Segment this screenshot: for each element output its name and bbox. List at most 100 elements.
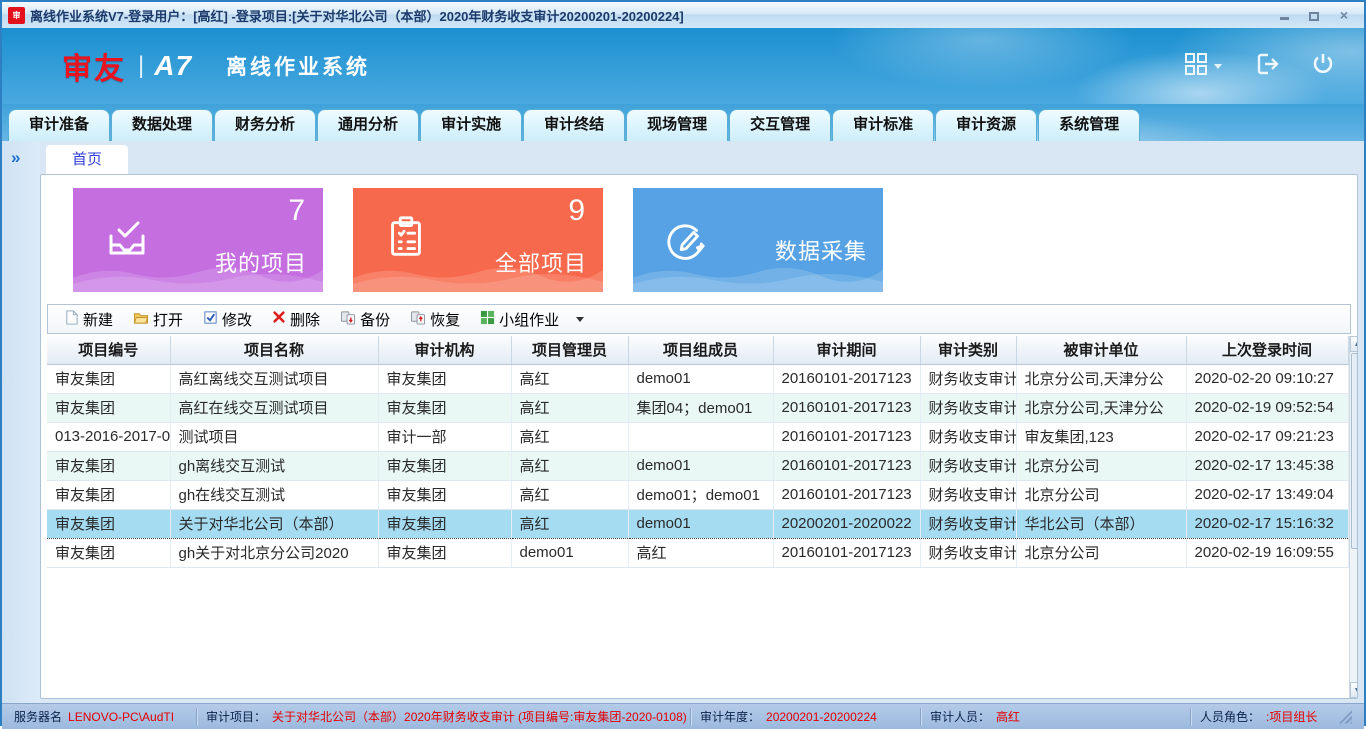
module-tab[interactable]: 审计实施: [420, 109, 522, 141]
cell-auditee: 华北公司（本部）: [1016, 509, 1186, 538]
open-button[interactable]: 打开: [125, 306, 191, 333]
module-tab[interactable]: 审计准备: [8, 109, 110, 141]
logout-button[interactable]: [1252, 50, 1280, 83]
cell-project-manager: 高红: [511, 509, 628, 538]
cell-team-members: demo01；demo01: [628, 480, 773, 509]
power-icon: [1310, 51, 1336, 82]
group-grid-icon: [480, 310, 495, 329]
wave-decoration: [73, 258, 323, 292]
cell-last-login: 2020-02-17 09:21:23: [1186, 422, 1348, 451]
column-header[interactable]: 项目管理员: [511, 336, 628, 364]
server-value: LENOVO-PC\AudTI: [68, 710, 174, 724]
module-tab[interactable]: 系统管理: [1038, 109, 1140, 141]
module-tab-bar: 审计准备数据处理财务分析通用分析审计实施审计终结现场管理交互管理审计标准审计资源…: [2, 104, 1364, 141]
cell-team-members: 高红: [628, 538, 773, 567]
minimize-button[interactable]: [1276, 8, 1292, 22]
all-projects-card[interactable]: 9 全部项目: [353, 188, 603, 292]
cell-audit-org: 审友集团: [378, 364, 511, 393]
cell-project-name: gh离线交互测试: [170, 451, 378, 480]
cell-auditee: 审友集团,123: [1016, 422, 1186, 451]
data-collection-card[interactable]: 数据采集: [633, 188, 883, 292]
wave-decoration: [353, 258, 603, 292]
cell-audit-org: 审计一部: [378, 422, 511, 451]
titlebar: 审 离线作业系统V7-登录用户：[高红] -登录项目:[关于对华北公司（本部）2…: [2, 2, 1364, 28]
module-tab[interactable]: 财务分析: [214, 109, 316, 141]
column-header[interactable]: 审计机构: [378, 336, 511, 364]
cell-project-manager: 高红: [511, 480, 628, 509]
maximize-button[interactable]: [1306, 8, 1322, 22]
cell-audit-period: 20160101-2017123: [773, 451, 920, 480]
cell-auditee: 北京分公司,天津分公: [1016, 364, 1186, 393]
cell-audit-type: 财务收支审计: [920, 393, 1016, 422]
delete-button[interactable]: 删除: [264, 306, 328, 333]
resize-grip[interactable]: [1338, 710, 1352, 724]
grid-icon: [1183, 51, 1209, 82]
vertical-scrollbar[interactable]: ▲ ▼: [1349, 336, 1359, 698]
tab-home[interactable]: 首页: [46, 145, 128, 174]
wave-decoration: [633, 258, 883, 292]
table-row[interactable]: 013-2016-2017-0 测试项目 审计一部 高红 20160101-20…: [47, 422, 1348, 451]
summary-cards: 7 我的项目 9 全部: [41, 175, 1357, 292]
window-title: 离线作业系统V7-登录用户：[高红] -登录项目:[关于对华北公司（本部）202…: [30, 6, 684, 25]
module-tab[interactable]: 数据处理: [111, 109, 213, 141]
scrollbar-thumb[interactable]: [1351, 353, 1359, 549]
app-window: 审 离线作业系统V7-登录用户：[高红] -登录项目:[关于对华北公司（本部）2…: [0, 0, 1366, 726]
column-header[interactable]: 被审计单位: [1016, 336, 1186, 364]
module-tab[interactable]: 交互管理: [729, 109, 831, 141]
column-header[interactable]: 项目编号: [47, 336, 170, 364]
brand-logo: 审友: [62, 44, 126, 88]
cell-last-login: 2020-02-19 16:09:55: [1186, 538, 1348, 567]
cell-audit-org: 审友集团: [378, 509, 511, 538]
auditor-label: 审计人员：: [930, 708, 990, 725]
column-header[interactable]: 审计类别: [920, 336, 1016, 364]
cell-project-id: 审友集团: [47, 364, 170, 393]
cell-project-manager: demo01: [511, 538, 628, 567]
audit-year-label: 审计年度：: [700, 708, 760, 725]
cell-audit-org: 审友集团: [378, 538, 511, 567]
my-projects-card[interactable]: 7 我的项目: [73, 188, 323, 292]
module-tab[interactable]: 通用分析: [317, 109, 419, 141]
cell-project-name: 高红离线交互测试项目: [170, 364, 378, 393]
table-row[interactable]: 审友集团 gh在线交互测试 审友集团 高红 demo01；demo01 2016…: [47, 480, 1348, 509]
scroll-down-button[interactable]: ▼: [1350, 682, 1359, 698]
logout-icon: [1252, 50, 1280, 83]
cell-team-members: demo01: [628, 364, 773, 393]
column-header[interactable]: 上次登录时间: [1186, 336, 1348, 364]
new-button[interactable]: 新建: [56, 306, 121, 333]
column-header[interactable]: 项目组成员: [628, 336, 773, 364]
product-logo: A7: [154, 50, 192, 82]
table-row[interactable]: 审友集团 关于对华北公司（本部） 审友集团 高红 demo01 20200201…: [47, 509, 1348, 538]
table-row[interactable]: 审友集团 gh关于对北京分公司2020 审友集团 demo01 高红 20160…: [47, 538, 1348, 567]
power-button[interactable]: [1310, 51, 1336, 82]
group-work-dropdown[interactable]: [571, 308, 589, 330]
column-header[interactable]: 项目名称: [170, 336, 378, 364]
backup-button[interactable]: 备份: [332, 306, 398, 333]
cell-auditee: 北京分公司: [1016, 480, 1186, 509]
cell-project-manager: 高红: [511, 422, 628, 451]
chevron-down-icon: [1214, 64, 1222, 69]
role-label: 人员角色：: [1200, 708, 1260, 725]
table-row[interactable]: 审友集团 高红离线交互测试项目 审友集团 高红 demo01 20160101-…: [47, 364, 1348, 393]
role-value: :项目组长: [1266, 708, 1317, 725]
expand-chevrons-icon[interactable]: »: [11, 148, 20, 168]
column-header[interactable]: 审计期间: [773, 336, 920, 364]
projects-table: 项目编号项目名称审计机构项目管理员项目组成员审计期间审计类别被审计单位上次登录时…: [47, 336, 1349, 568]
close-button[interactable]: ×: [1336, 8, 1352, 22]
cell-audit-type: 财务收支审计: [920, 538, 1016, 567]
cell-project-name: 高红在线交互测试项目: [170, 393, 378, 422]
group-work-button[interactable]: 小组作业: [472, 306, 567, 333]
scroll-up-button[interactable]: ▲: [1350, 336, 1359, 352]
apps-grid-button[interactable]: [1183, 51, 1222, 82]
app-header: 审友 | A7 离线作业系统: [2, 28, 1364, 104]
module-tab[interactable]: 审计资源: [935, 109, 1037, 141]
modify-button[interactable]: 修改: [195, 306, 260, 333]
module-tab[interactable]: 现场管理: [626, 109, 728, 141]
cell-project-id: 审友集团: [47, 480, 170, 509]
table-row[interactable]: 审友集团 gh离线交互测试 审友集团 高红 demo01 20160101-20…: [47, 451, 1348, 480]
module-tab[interactable]: 审计终结: [523, 109, 625, 141]
table-row[interactable]: 审友集团 高红在线交互测试项目 审友集团 高红 集团04；demo01 2016…: [47, 393, 1348, 422]
restore-button[interactable]: 恢复: [402, 306, 468, 333]
module-tab[interactable]: 审计标准: [832, 109, 934, 141]
auditor-value: 高红: [996, 708, 1020, 725]
cell-auditee: 北京分公司,天津分公: [1016, 393, 1186, 422]
